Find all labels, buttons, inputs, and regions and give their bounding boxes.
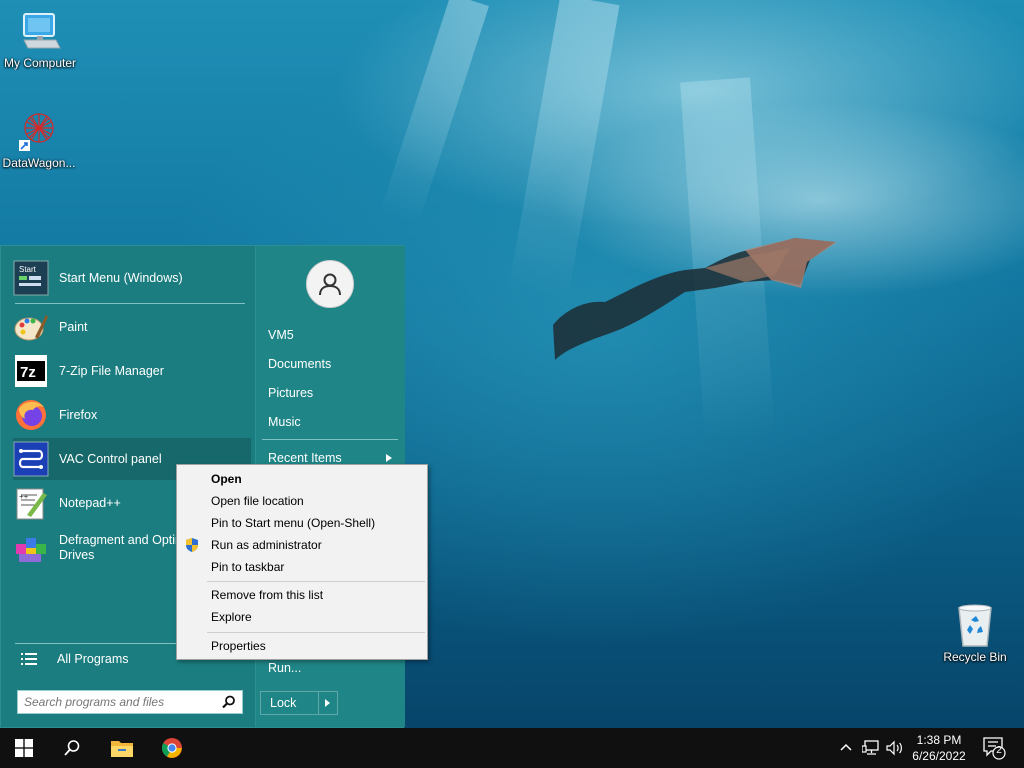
context-menu-properties[interactable]: Properties — [177, 635, 427, 657]
monitor-icon — [23, 13, 61, 49]
clock-time: 1:38 PM — [916, 733, 962, 747]
submenu-arrow-icon — [386, 454, 392, 462]
firefox-icon — [13, 397, 49, 433]
context-menu-label: Run as administrator — [211, 538, 322, 552]
volume-icon[interactable] — [886, 740, 904, 756]
context-menu-label: Pin to taskbar — [211, 560, 285, 574]
context-menu-label: Open file location — [211, 494, 304, 508]
music-link[interactable]: Music — [268, 415, 301, 429]
start-menu-item-label: Paint — [59, 320, 88, 334]
context-menu-pin-to-taskbar[interactable]: Pin to taskbar — [177, 556, 427, 578]
action-center-button[interactable]: 2 — [982, 736, 1008, 763]
desktop-icon-label: DataWagon... — [2, 156, 76, 170]
search-icon[interactable] — [222, 695, 236, 709]
start-menu-item-7zip[interactable]: 7z 7-Zip File Manager — [13, 350, 251, 392]
taskbar: 1:38 PM 6/26/2022 2 — [0, 728, 1024, 768]
desktop-icon-my-computer[interactable]: My Computer — [0, 10, 80, 70]
start-menu-item-label: Start Menu (Windows) — [59, 271, 183, 285]
paint-icon — [13, 309, 49, 345]
context-menu-run-as-admin[interactable]: Run as administrator — [177, 534, 427, 556]
desktop-icon-label: Recycle Bin — [943, 650, 1007, 664]
context-menu-label: Properties — [211, 639, 266, 653]
7zip-icon: 7z — [13, 353, 49, 389]
taskbar-search-button[interactable] — [48, 728, 96, 768]
svg-text:7z: 7z — [20, 364, 36, 381]
windows-logo-icon — [15, 739, 33, 757]
recent-items-link[interactable]: Recent Items — [268, 451, 342, 465]
desktop-icon-datawagon[interactable]: DataWagon... — [0, 106, 79, 170]
defrag-icon — [13, 530, 49, 566]
start-menu-item-label: Firefox — [59, 408, 98, 422]
start-menu-item-paint[interactable]: Paint — [13, 306, 251, 348]
svg-text:Start: Start — [19, 265, 37, 274]
network-icon[interactable] — [862, 740, 880, 756]
pictures-link[interactable]: Pictures — [268, 386, 313, 400]
clock-date: 6/26/2022 — [912, 749, 966, 763]
context-menu-open-file-location[interactable]: Open file location — [177, 490, 427, 512]
desktop-icon-recycle-bin[interactable]: Recycle Bin — [935, 600, 1015, 664]
start-menu-item-label: Notepad++ — [59, 496, 121, 510]
start-button[interactable] — [0, 728, 48, 768]
desktop-icon-label: My Computer — [3, 56, 77, 70]
context-menu-pin-to-start[interactable]: Pin to Start menu (Open-Shell) — [177, 512, 427, 534]
start-menu-separator — [15, 303, 245, 304]
light-ray — [379, 0, 490, 225]
run-link[interactable]: Run... — [268, 661, 301, 675]
uac-shield-icon — [186, 538, 198, 552]
diver-illustration — [553, 238, 837, 360]
avatar[interactable] — [306, 260, 354, 308]
taskbar-file-explorer[interactable] — [98, 728, 146, 768]
context-menu-explore[interactable]: Explore — [177, 606, 427, 628]
datawagon-icon — [19, 113, 54, 151]
notepadpp-icon: ++ — [13, 485, 49, 521]
search-input[interactable] — [24, 695, 214, 709]
lock-options-arrow[interactable] — [317, 692, 337, 714]
search-programs-box[interactable] — [17, 690, 243, 714]
start-menu-item-label: 7-Zip File Manager — [59, 364, 164, 378]
all-programs-label: All Programs — [57, 652, 129, 666]
taskbar-clock[interactable]: 1:38 PM 6/26/2022 — [904, 732, 974, 764]
search-icon — [64, 740, 80, 756]
folder-icon — [111, 741, 133, 757]
context-menu-label: Pin to Start menu (Open-Shell) — [211, 516, 376, 530]
context-menu-separator — [207, 581, 425, 582]
context-menu-label: Open — [211, 472, 242, 486]
chrome-icon — [162, 738, 182, 758]
recycle-bin-icon — [958, 604, 992, 647]
user-icon — [319, 273, 341, 296]
vac-icon — [13, 441, 49, 477]
lock-label: Lock — [270, 696, 297, 710]
start-menu-item-label: VAC Control panel — [59, 452, 162, 466]
taskbar-chrome[interactable] — [148, 728, 196, 768]
start-menu-separator — [262, 439, 398, 440]
documents-link[interactable]: Documents — [268, 357, 331, 371]
context-menu: Open Open file location Pin to Start men… — [176, 464, 428, 660]
context-menu-label: Explore — [211, 610, 252, 624]
start-menu-icon: Start — [13, 260, 49, 296]
chevron-right-icon — [325, 699, 331, 707]
list-icon — [13, 649, 45, 669]
context-menu-open[interactable]: Open — [177, 468, 427, 490]
svg-text:++: ++ — [19, 492, 29, 501]
user-name-link[interactable]: VM5 — [268, 328, 294, 342]
context-menu-remove-from-list[interactable]: Remove from this list — [177, 584, 427, 606]
context-menu-label: Remove from this list — [211, 588, 324, 602]
lock-button[interactable]: Lock — [260, 691, 338, 715]
context-menu-separator — [207, 632, 425, 633]
notification-count: 2 — [996, 745, 1002, 756]
show-hidden-icons-chevron-up-icon[interactable] — [840, 742, 852, 752]
start-menu-item-firefox[interactable]: Firefox — [13, 394, 251, 436]
start-menu-item-start-menu-windows[interactable]: Start Start Menu (Windows) — [13, 257, 251, 299]
